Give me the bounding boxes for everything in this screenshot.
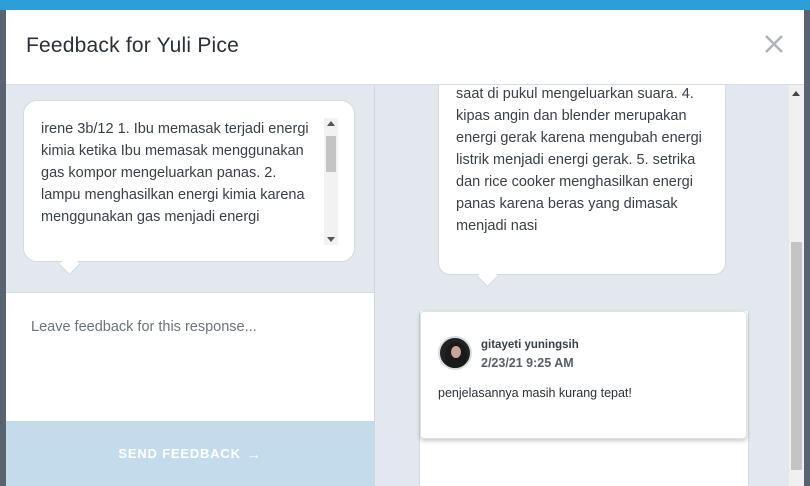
scroll-up-icon[interactable]: [792, 91, 800, 96]
scroll-down-icon[interactable]: [327, 237, 335, 242]
scroll-up-icon[interactable]: [327, 121, 335, 126]
feedback-input[interactable]: [6, 293, 374, 421]
commenter-name: gitayeti yuningsih: [481, 339, 579, 351]
response-bubble-right: saat di pukul mengeluarkan suara. 4. kip…: [438, 85, 726, 275]
response-text: irene 3b/12 1. Ibu memasak terjadi energ…: [41, 121, 309, 225]
send-feedback-button[interactable]: SEND FEEDBACK →: [6, 421, 374, 486]
comment-text: penjelasannya masih kurang tepat!: [438, 386, 632, 400]
response-scrollbar[interactable]: [324, 118, 338, 245]
scroll-thumb[interactable]: [791, 242, 802, 470]
modal-title: Feedback for Yuli Pice: [26, 34, 239, 57]
right-scrollbar[interactable]: [789, 85, 804, 486]
arrow-right-icon: →: [246, 445, 262, 462]
response-bubble: irene 3b/12 1. Ibu memasak terjadi energ…: [23, 100, 355, 262]
left-panel: irene 3b/12 1. Ibu memasak terjadi energ…: [6, 85, 375, 486]
comment-date: 2/23/21 9:25 AM: [481, 356, 574, 370]
top-accent-bar: [0, 0, 810, 10]
comment-card: gitayeti yuningsih 2/23/21 9:25 AM penje…: [420, 311, 747, 439]
close-icon[interactable]: [762, 32, 786, 56]
avatar: [438, 336, 472, 370]
send-feedback-label: SEND FEEDBACK: [118, 446, 241, 461]
response-area: irene 3b/12 1. Ibu memasak terjadi energ…: [6, 85, 374, 293]
modal-header: Feedback for Yuli Pice: [6, 10, 804, 85]
scroll-thumb[interactable]: [326, 136, 336, 172]
response-text-right: saat di pukul mengeluarkan suara. 4. kip…: [456, 86, 702, 234]
right-panel: saat di pukul mengeluarkan suara. 4. kip…: [375, 85, 804, 486]
feedback-modal: Feedback for Yuli Pice irene 3b/12 1. Ib…: [6, 10, 804, 486]
